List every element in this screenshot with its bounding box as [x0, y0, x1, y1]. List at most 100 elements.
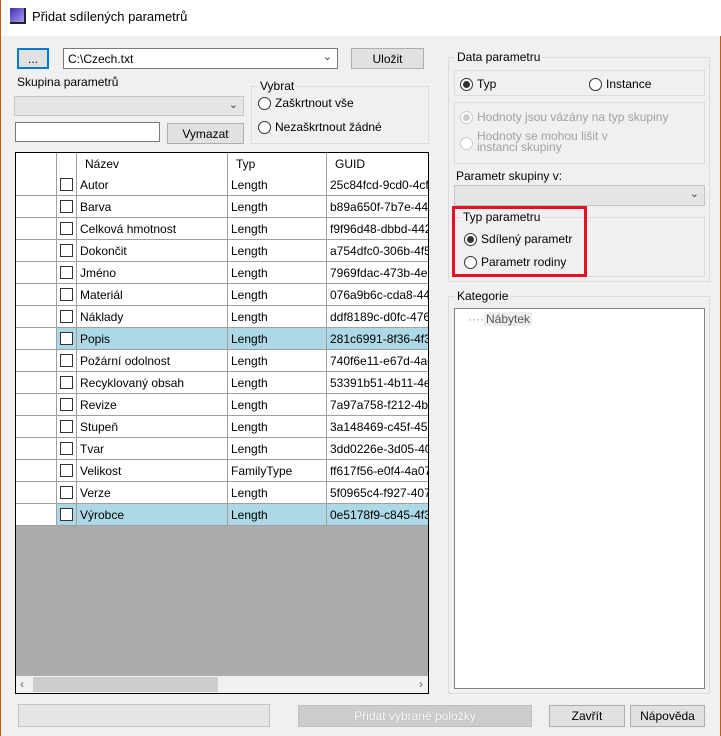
bound-label: Hodnoty jsou vázány na typ skupiny	[477, 110, 669, 124]
row-checkbox[interactable]	[57, 218, 77, 240]
filter-input[interactable]	[15, 122, 160, 142]
type-label: Typ	[477, 77, 497, 91]
header-row-selector	[16, 153, 57, 175]
row-selector[interactable]	[16, 482, 57, 504]
header-guid[interactable]: GUID	[327, 153, 428, 175]
table-row[interactable]: Náklady Length ddf8189c-d0fc-4764-	[16, 306, 428, 328]
table-row[interactable]: Materiál Length 076a9b6c-cda8-44ea	[16, 284, 428, 306]
group-under-label: Parametr skupiny v:	[456, 169, 563, 183]
table-row[interactable]: Popis Length 281c6991-8f36-4f34-	[16, 328, 428, 350]
close-button[interactable]: Zavřít	[549, 705, 625, 727]
row-checkbox[interactable]	[57, 372, 77, 394]
scroll-left-icon[interactable]: ‹	[20, 677, 24, 691]
row-guid: 281c6991-8f36-4f34-	[327, 328, 428, 350]
table-row[interactable]: Celková hmotnost Length f9f96d48-dbbd-44…	[16, 218, 428, 240]
categories-tree[interactable]: ···· Nábytek	[454, 308, 705, 689]
row-checkbox[interactable]	[57, 438, 77, 460]
table-row[interactable]: Stupeň Length 3a148469-c45f-458a	[16, 416, 428, 438]
vary-label: Hodnoty se mohou lišit v instanci skupin…	[477, 129, 608, 154]
help-button[interactable]: Nápověda	[630, 705, 705, 727]
row-selector[interactable]	[16, 174, 57, 196]
row-checkbox[interactable]	[57, 460, 77, 482]
title-bar: Přidat sdílených parametrů	[1, 0, 721, 36]
row-type: Length	[228, 328, 327, 350]
row-checkbox[interactable]	[57, 328, 77, 350]
row-guid: 7a97a758-f212-4b3d	[327, 394, 428, 416]
table-row[interactable]: Výrobce Length 0e5178f9-c845-4f3c-	[16, 504, 428, 526]
row-name: Revize	[77, 394, 228, 416]
table-row[interactable]: Jméno Length 7969fdac-473b-4e59	[16, 262, 428, 284]
browse-button[interactable]: ...	[17, 48, 49, 69]
scroll-right-icon[interactable]: ›	[419, 677, 423, 691]
instance-radio[interactable]: Instance	[589, 77, 651, 91]
header-type[interactable]: Typ	[228, 153, 327, 175]
table-row[interactable]: Verze Length 5f0965c4-f927-407e-	[16, 482, 428, 504]
row-selector[interactable]	[16, 394, 57, 416]
row-selector[interactable]	[16, 218, 57, 240]
table-row[interactable]: Velikost FamilyType ff617f56-e0f4-4a07-a	[16, 460, 428, 482]
instance-label: Instance	[606, 77, 652, 91]
row-checkbox[interactable]	[57, 482, 77, 504]
select-group-label: Vybrat	[258, 79, 297, 93]
header-name[interactable]: Název	[77, 153, 228, 175]
type-instance-box: Typ Instance	[454, 70, 705, 96]
row-selector[interactable]	[16, 262, 57, 284]
row-name: Recyklovaný obsah	[77, 372, 228, 394]
row-type: Length	[228, 372, 327, 394]
row-checkbox[interactable]	[57, 306, 77, 328]
row-type: Length	[228, 284, 327, 306]
row-selector[interactable]	[16, 350, 57, 372]
row-checkbox[interactable]	[57, 350, 77, 372]
row-checkbox[interactable]	[57, 262, 77, 284]
header-check	[57, 153, 77, 175]
row-checkbox[interactable]	[57, 174, 77, 196]
check-none-radio[interactable]: Nezaškrtnout žádné	[258, 120, 382, 134]
clear-button[interactable]: Vymazat	[167, 123, 244, 144]
check-all-radio[interactable]: Zaškrtnout vše	[258, 96, 354, 110]
group-under-combo[interactable]: ⌄	[454, 185, 705, 206]
row-selector[interactable]	[16, 460, 57, 482]
row-selector[interactable]	[16, 438, 57, 460]
row-name: Náklady	[77, 306, 228, 328]
scrollbar-thumb[interactable]	[33, 677, 218, 692]
file-path-combo[interactable]: C:\Czech.txt ⌄	[63, 48, 338, 69]
row-checkbox[interactable]	[57, 240, 77, 262]
row-selector[interactable]	[16, 196, 57, 218]
horizontal-scrollbar[interactable]: ‹ ›	[16, 676, 428, 693]
row-selector[interactable]	[16, 372, 57, 394]
row-checkbox[interactable]	[57, 504, 77, 526]
row-guid: 5f0965c4-f927-407e-	[327, 482, 428, 504]
row-guid: 076a9b6c-cda8-44ea	[327, 284, 428, 306]
row-checkbox[interactable]	[57, 196, 77, 218]
row-checkbox[interactable]	[57, 284, 77, 306]
grid-header: Název Typ GUID	[16, 153, 428, 175]
row-guid: a754dfc0-306b-4f5f-b	[327, 240, 428, 262]
table-row[interactable]: Autor Length 25c84fcd-9cd0-4cfa-	[16, 174, 428, 196]
table-row[interactable]: Požární odolnost Length 740f6e11-e67d-4a…	[16, 350, 428, 372]
row-checkbox[interactable]	[57, 416, 77, 438]
table-row[interactable]: Dokončit Length a754dfc0-306b-4f5f-b	[16, 240, 428, 262]
row-name: Autor	[77, 174, 228, 196]
table-row[interactable]: Revize Length 7a97a758-f212-4b3d	[16, 394, 428, 416]
row-selector[interactable]	[16, 240, 57, 262]
row-checkbox[interactable]	[57, 394, 77, 416]
chevron-down-icon: ⌄	[689, 188, 699, 200]
table-row[interactable]: Recyklovaný obsah Length 53391b51-4b11-4…	[16, 372, 428, 394]
row-guid: ddf8189c-d0fc-4764-	[327, 306, 428, 328]
row-selector[interactable]	[16, 284, 57, 306]
row-name: Barva	[77, 196, 228, 218]
parameter-group-combo[interactable]: ⌄	[14, 96, 244, 116]
row-guid: b89a650f-7b7e-44ff-8	[327, 196, 428, 218]
row-selector[interactable]	[16, 416, 57, 438]
row-selector[interactable]	[16, 328, 57, 350]
tree-item[interactable]: ···· Nábytek	[468, 312, 533, 326]
table-row[interactable]: Barva Length b89a650f-7b7e-44ff-8	[16, 196, 428, 218]
table-row[interactable]: Tvar Length 3dd0226e-3d05-402a	[16, 438, 428, 460]
type-radio[interactable]: Typ	[460, 77, 496, 91]
row-name: Celková hmotnost	[77, 218, 228, 240]
row-selector[interactable]	[16, 504, 57, 526]
categories-label: Kategorie	[455, 289, 511, 303]
add-selected-button[interactable]: Přidat vybrané položky	[298, 705, 532, 727]
row-selector[interactable]	[16, 306, 57, 328]
save-button[interactable]: Uložit	[351, 48, 424, 69]
